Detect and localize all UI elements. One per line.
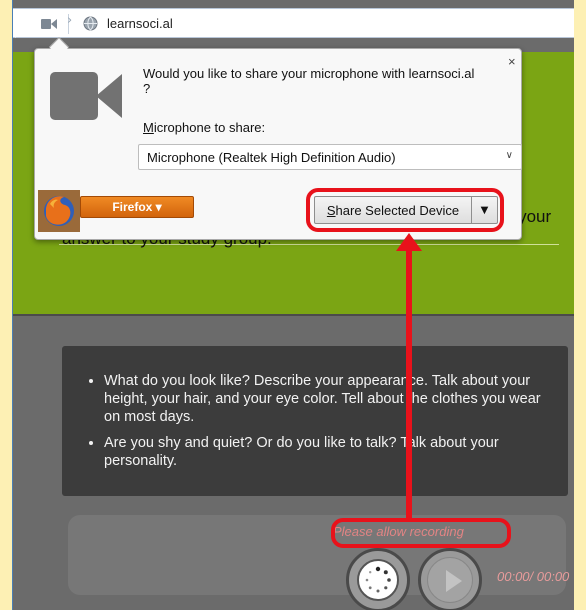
globe-icon xyxy=(83,16,98,36)
firefox-logo-icon xyxy=(38,190,80,232)
microphone-label: Microphone to share: xyxy=(143,120,266,135)
record-button[interactable] xyxy=(346,548,410,610)
time-display: 00:00/ 00:00 xyxy=(497,569,570,584)
back-arrow-icon[interactable] xyxy=(15,22,22,38)
close-icon[interactable]: × xyxy=(508,54,516,69)
annotation-arrow xyxy=(406,244,412,518)
chevron-right-icon: › xyxy=(67,13,73,28)
permission-message: Would you like to share your microphone … xyxy=(143,66,475,96)
arrow-head xyxy=(396,233,422,251)
topics-panel: What do you look like? Describe your app… xyxy=(62,346,568,496)
spinner-icon xyxy=(357,559,399,601)
share-highlight xyxy=(306,188,504,232)
topic-item: Are you shy and quiet? Or do you like to… xyxy=(104,434,550,470)
play-icon xyxy=(446,570,462,592)
status-highlight xyxy=(331,518,511,548)
play-button[interactable] xyxy=(418,548,482,610)
camera-icon xyxy=(41,19,57,29)
chevron-down-icon: ∨ xyxy=(505,150,513,161)
url-bar[interactable]: › learnsoci.al xyxy=(13,8,586,38)
firefox-menu-button[interactable]: Firefox ▾ xyxy=(80,196,194,218)
microphone-selected-value: Microphone (Realtek High Definition Audi… xyxy=(147,150,396,165)
microphone-select[interactable]: Microphone (Realtek High Definition Audi… xyxy=(138,144,522,170)
page-edge xyxy=(574,0,586,610)
camera-icon xyxy=(50,72,122,120)
permission-camera-button[interactable] xyxy=(35,14,69,34)
divider xyxy=(13,314,586,316)
topic-item: What do you look like? Describe your app… xyxy=(104,372,550,426)
url-text[interactable]: learnsoci.al xyxy=(107,16,173,31)
